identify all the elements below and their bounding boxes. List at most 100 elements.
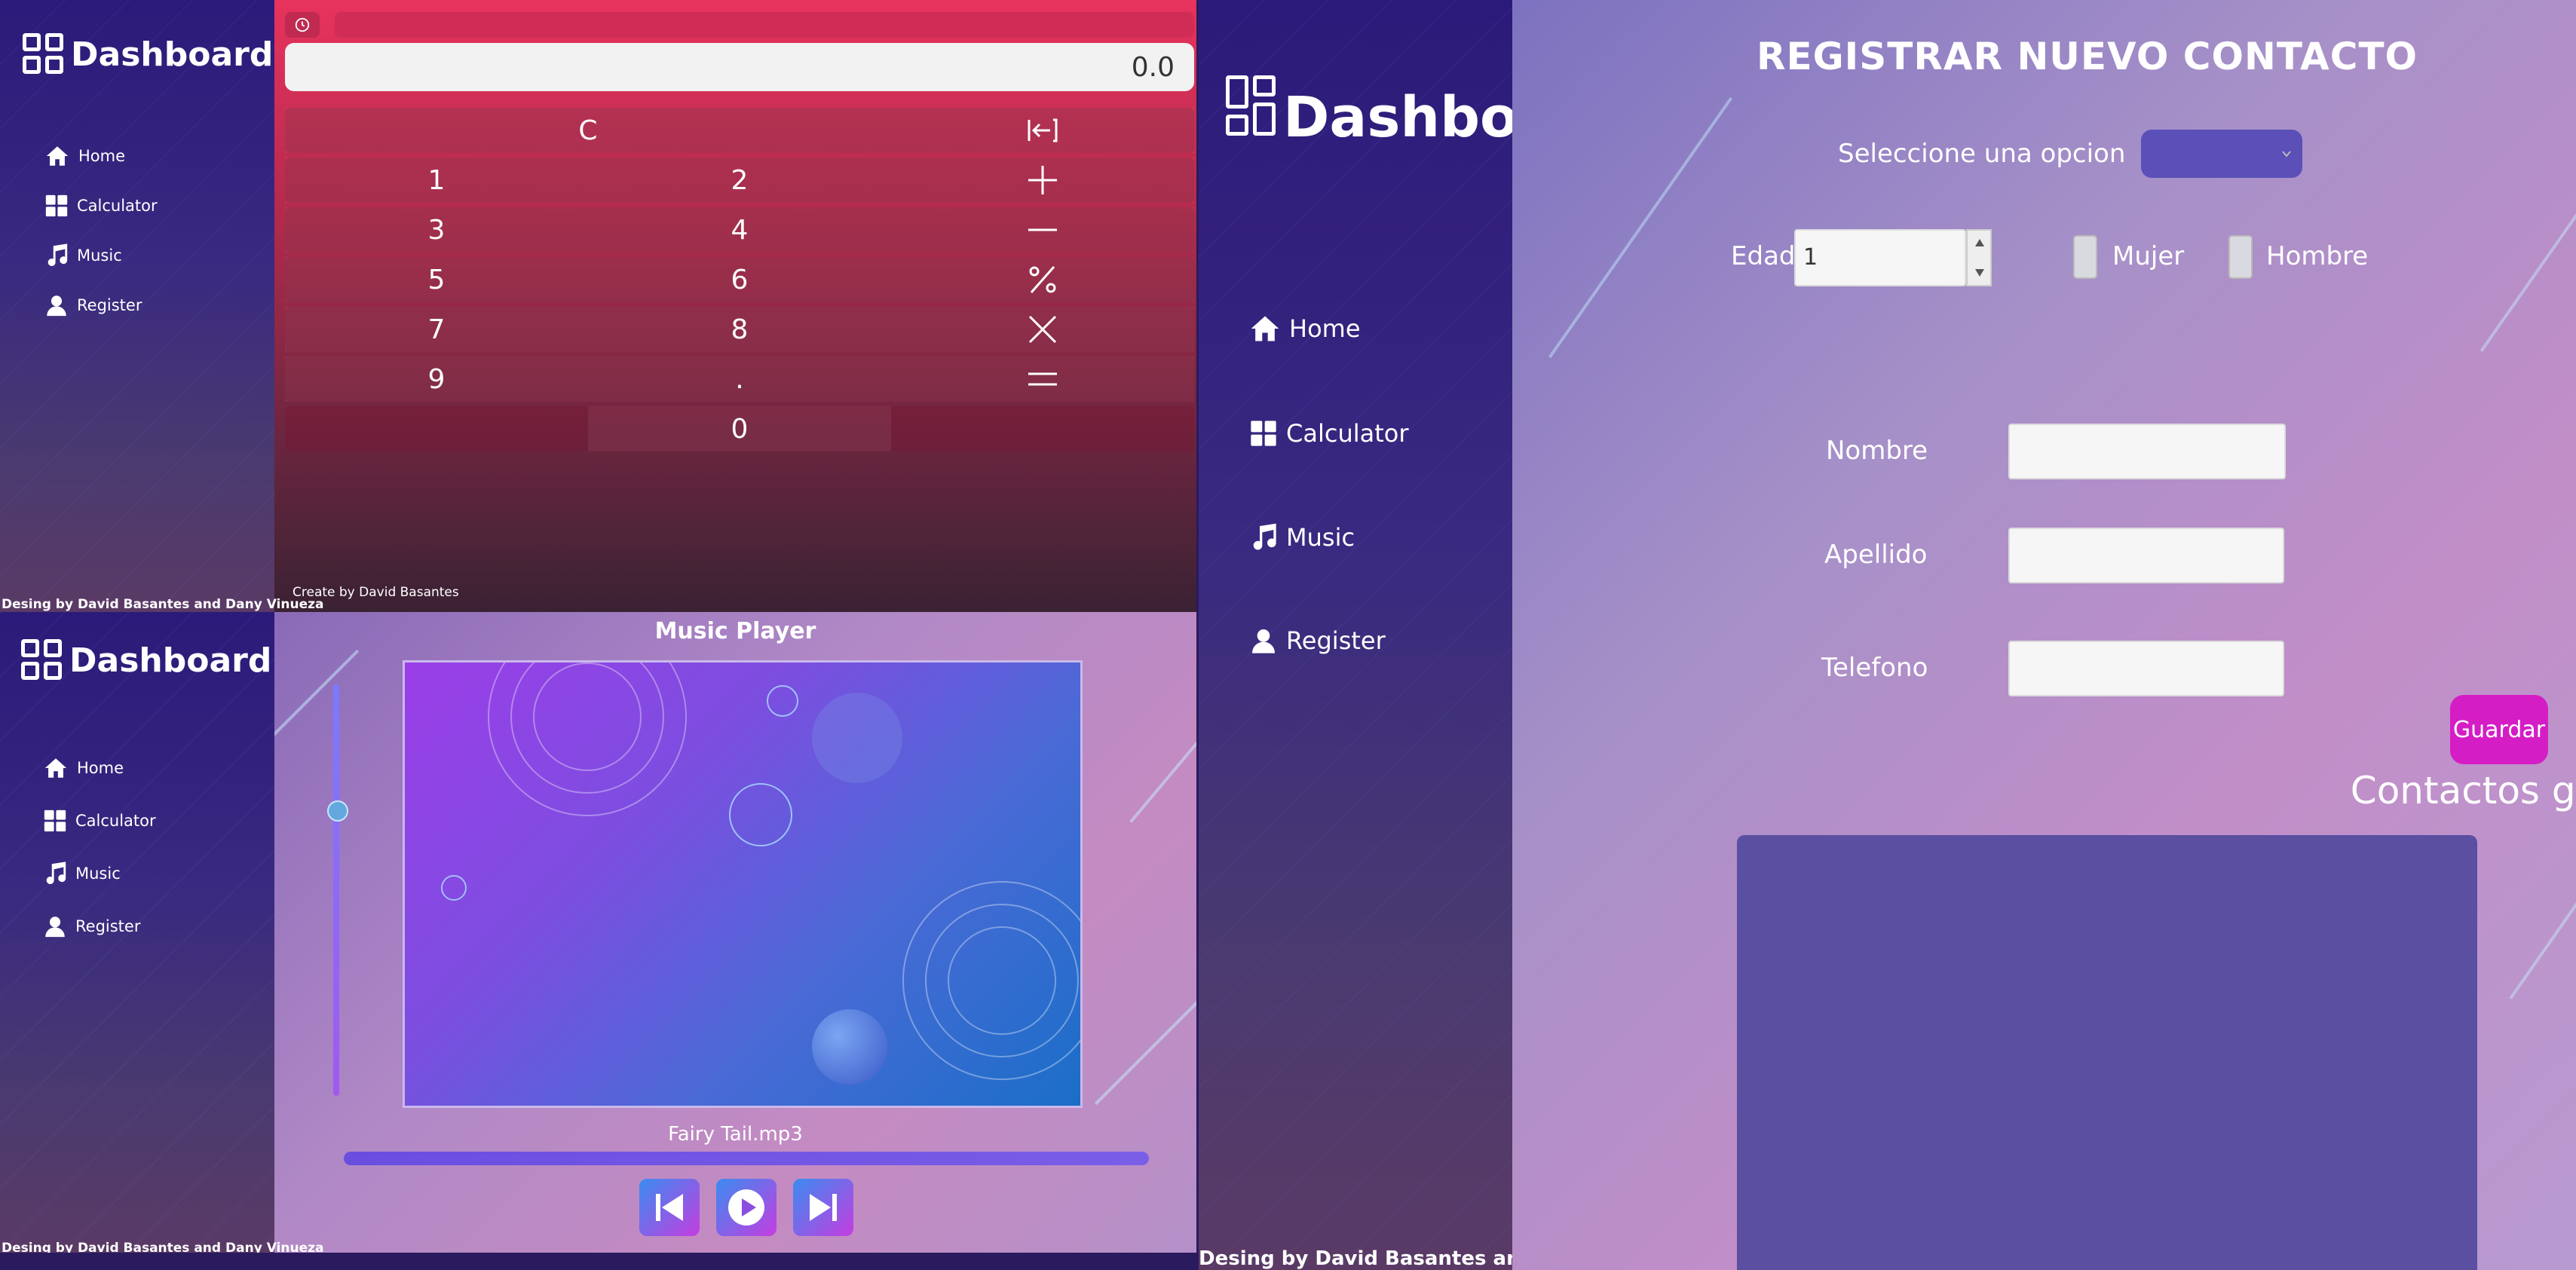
footer-credit: Desing by David Basantes and Dany Vinuez… [2, 597, 324, 612]
backspace-button[interactable] [891, 108, 1194, 153]
calculator-icon [44, 809, 66, 832]
play-button[interactable] [716, 1179, 776, 1236]
home-icon [44, 758, 67, 778]
circuit-decoration [1094, 996, 1196, 1106]
user-icon [45, 917, 65, 938]
hombre-label: Hombre [2266, 241, 2369, 271]
user-icon [1252, 629, 1275, 653]
key-3[interactable]: 3 [285, 207, 588, 252]
music-player-title: Music Player [654, 618, 816, 644]
progress-bar[interactable] [344, 1152, 1149, 1165]
equals-button[interactable] [891, 357, 1194, 402]
history-button[interactable] [285, 12, 320, 38]
nombre-field[interactable] [2008, 424, 2286, 479]
sidebar-item-register[interactable]: Register [42, 913, 140, 939]
edad-stepper[interactable] [1966, 229, 1992, 286]
decimal-button[interactable]: . [588, 357, 891, 402]
circuit-decoration [2480, 103, 2576, 352]
sidebar-item-calculator[interactable]: Calculator [1248, 409, 1409, 458]
sidebar-item-home[interactable]: Home [44, 143, 125, 169]
key-6[interactable]: 6 [588, 257, 891, 302]
brand-title: Dashboard [71, 35, 274, 74]
sidebar-item-register[interactable]: Register [44, 292, 142, 318]
album-art [403, 660, 1083, 1108]
sidebar-item-music[interactable]: Music [1248, 513, 1355, 562]
sidebar: Dashboard Home Calculator Music Register [0, 0, 274, 612]
calculator-icon [1251, 421, 1276, 446]
key-0[interactable]: 0 [588, 406, 891, 451]
nombre-label: Nombre [1826, 436, 1928, 466]
clear-button[interactable]: C [285, 108, 891, 153]
next-button[interactable] [793, 1179, 853, 1236]
key-2[interactable]: 2 [588, 158, 891, 203]
key-5[interactable]: 5 [285, 257, 588, 302]
saved-contacts-list[interactable] [1737, 835, 2477, 1270]
sidebar: Dashboard Home Calculator Music Register [1199, 0, 1623, 1270]
circuit-decoration [2509, 812, 2576, 1000]
calculator-window: Dashboard Home Calculator Music Register… [0, 0, 1196, 612]
previous-button[interactable] [639, 1179, 700, 1236]
hombre-checkbox[interactable] [2228, 235, 2253, 279]
history-bar [335, 12, 1194, 38]
sidebar-item-register[interactable]: Register [1248, 617, 1386, 665]
sidebar-item-calculator[interactable]: Calculator [42, 808, 156, 834]
key-8[interactable]: 8 [588, 307, 891, 352]
clock-icon [295, 17, 310, 32]
edad-label: Edad [1731, 241, 1796, 271]
sidebar-item-calculator[interactable]: Calculator [44, 193, 158, 219]
minus-icon [1028, 228, 1057, 231]
circuit-decoration [1548, 96, 1733, 359]
chevron-down-icon [2282, 151, 2291, 158]
song-title: Fairy Tail.mp3 [668, 1123, 803, 1146]
circuit-decoration [274, 649, 360, 759]
plus-button[interactable] [891, 158, 1194, 203]
circuit-decoration [1129, 705, 1196, 823]
music-main: Music Player Fairy Tail.mp3 [274, 612, 1196, 1253]
saved-contacts-title: Contactos guardados: [2350, 769, 2576, 812]
sidebar-item-music[interactable]: Music [44, 243, 122, 268]
music-note-icon [46, 861, 66, 884]
sidebar-item-home[interactable]: Home [42, 755, 124, 781]
register-main: REGISTRAR NUEVO CONTACTO Seleccione una … [1512, 0, 2576, 1270]
apellido-field[interactable] [2008, 528, 2284, 583]
key-9[interactable]: 9 [285, 357, 588, 402]
skip-previous-icon [656, 1194, 683, 1221]
brand-title: Dashboard [69, 641, 272, 680]
dashboard-logo-icon [23, 33, 65, 75]
percent-button[interactable] [891, 257, 1194, 302]
multiply-icon [1028, 315, 1057, 344]
footer-credit: Desing by David Basantes and Dany Vinuez… [2, 1241, 324, 1253]
music-note-icon [1253, 523, 1276, 550]
edad-field[interactable]: 1 [1794, 229, 1966, 286]
calculator-icon [45, 194, 68, 217]
plus-icon [1028, 166, 1057, 194]
brand: Dashboard [21, 639, 271, 681]
key-7[interactable]: 7 [285, 307, 588, 352]
music-note-icon [47, 243, 68, 266]
apellido-label: Apellido [1824, 540, 1928, 570]
multiply-button[interactable] [891, 307, 1194, 352]
play-icon [728, 1189, 764, 1226]
user-icon [47, 295, 66, 317]
telefono-field[interactable] [2008, 641, 2284, 696]
brand: Dashboard [23, 33, 273, 75]
music-window: Dashboard Home Calculator Music Register… [0, 612, 1196, 1253]
option-select[interactable] [2141, 130, 2302, 178]
sidebar-item-music[interactable]: Music [42, 861, 121, 886]
key-1[interactable]: 1 [285, 158, 588, 203]
guardar-button[interactable]: Guardar [2450, 695, 2548, 764]
volume-slider-thumb[interactable] [327, 800, 348, 822]
stepper-down-icon [1975, 269, 1984, 277]
mujer-label: Mujer [2112, 241, 2185, 271]
stepper-up-icon [1975, 239, 1984, 246]
minus-button[interactable] [891, 207, 1194, 252]
sidebar-item-home[interactable]: Home [1248, 305, 1361, 352]
key-4[interactable]: 4 [588, 207, 891, 252]
home-icon [1251, 316, 1279, 341]
dashboard-logo-icon [1226, 75, 1279, 160]
calculator-main: 0.0 C 1 2 3 4 5 6 7 8 9 . 0 Create by Da… [274, 0, 1196, 612]
home-icon [46, 146, 69, 166]
mujer-checkbox[interactable] [2073, 235, 2097, 279]
volume-slider[interactable] [333, 684, 339, 1096]
backspace-icon [1028, 118, 1058, 142]
